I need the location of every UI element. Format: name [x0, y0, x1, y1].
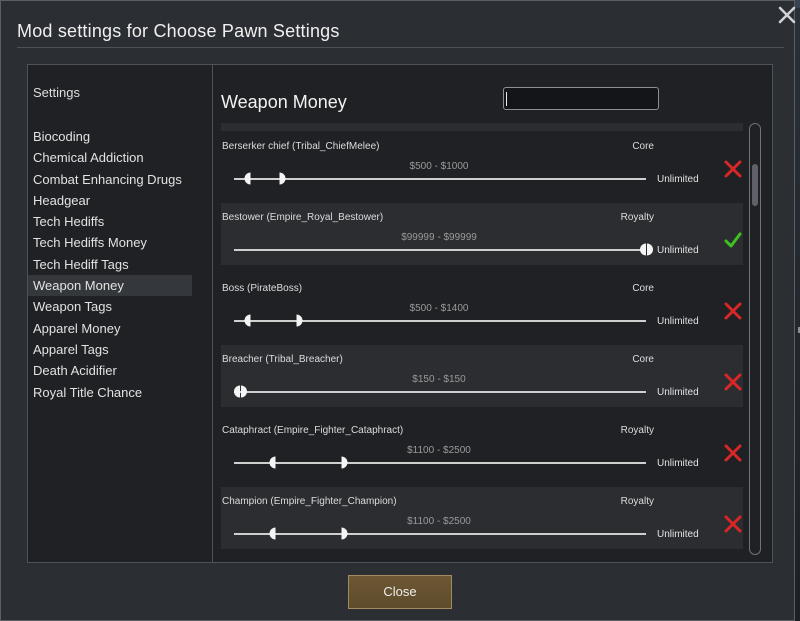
slider-min-handle[interactable]	[269, 527, 282, 540]
unlimited-toggle[interactable]: Unlimited	[657, 174, 699, 185]
range-slider[interactable]	[234, 385, 646, 399]
slider-max-handle[interactable]	[273, 172, 286, 185]
cross-icon[interactable]	[724, 160, 742, 178]
slider-track	[234, 178, 646, 180]
row-name: Champion (Empire_Fighter_Champion)	[222, 496, 397, 507]
row-name: Breacher (Tribal_Breacher)	[222, 354, 343, 365]
sidebar-item-apparel-money[interactable]: Apparel Money	[28, 318, 192, 339]
unlimited-toggle[interactable]: Unlimited	[657, 316, 699, 327]
text-caret	[506, 92, 507, 106]
sidebar-item-death-acidifier[interactable]: Death Acidifier	[28, 360, 192, 381]
search-input[interactable]	[503, 87, 659, 110]
sidebar-item-weapon-money[interactable]: Weapon Money	[28, 275, 192, 297]
row-range: $500 - $1400	[409, 303, 469, 314]
sidebar-item-headgear[interactable]: Headgear	[28, 190, 192, 211]
cross-icon[interactable]	[724, 515, 742, 533]
slider-min-handle[interactable]	[244, 172, 257, 185]
slider-max-handle[interactable]	[290, 314, 303, 327]
unlimited-toggle[interactable]: Unlimited	[657, 458, 699, 469]
cross-icon[interactable]	[724, 302, 742, 320]
row-range: $1100 - $2500	[407, 516, 471, 527]
settings-sidebar: Settings Biocoding Chemical Addiction Comb…	[27, 64, 213, 563]
unlimited-toggle[interactable]: Unlimited	[657, 245, 699, 256]
slider-track	[234, 462, 646, 464]
sidebar-item-tech-hediffs[interactable]: Tech Hediffs	[28, 211, 192, 232]
list-item: Breacher (Tribal_Breacher) Core $150 - $15…	[221, 345, 743, 407]
range-slider[interactable]	[234, 172, 646, 186]
row-source: Royalty	[620, 496, 654, 507]
checkmark-icon[interactable]	[724, 231, 742, 249]
sidebar-item-tech-hediffs-money[interactable]: Tech Hediffs Money	[28, 232, 192, 253]
sidebar-item-weapon-tags[interactable]: Weapon Tags	[28, 296, 192, 317]
row-source: Royalty	[620, 425, 654, 436]
sidebar-header: Settings	[33, 85, 80, 100]
slider-handle[interactable]	[234, 385, 248, 398]
list-item: Champion (Empire_Fighter_Champion) Royalt…	[221, 487, 743, 549]
row-source: Royalty	[620, 212, 654, 223]
row-range: $150 - $150	[412, 374, 466, 385]
row-range: $1100 - $2500	[407, 445, 471, 456]
row-name: Cataphract (Empire_Fighter_Cataphract)	[222, 425, 404, 436]
row-source: Core	[632, 354, 654, 365]
cross-icon[interactable]	[724, 444, 742, 462]
sidebar-item-royal-title-chance[interactable]: Royal Title Chance	[28, 382, 192, 403]
slider-min-handle[interactable]	[244, 314, 257, 327]
section-title: Weapon Money	[221, 92, 347, 112]
unlimited-toggle[interactable]: Unlimited	[657, 387, 699, 398]
row-source: Core	[632, 141, 654, 152]
slider-track	[234, 391, 646, 393]
sidebar-item-chemical-addiction[interactable]: Chemical Addiction	[28, 147, 192, 168]
scrollbar-thumb[interactable]	[752, 164, 758, 206]
sidebar-item-apparel-tags[interactable]: Apparel Tags	[28, 339, 192, 360]
vertical-scrollbar[interactable]	[749, 123, 761, 555]
range-slider[interactable]	[234, 243, 653, 257]
title-divider	[17, 47, 784, 48]
list-item: Boss (PirateBoss) Core $500 - $1400 Unlimit…	[221, 274, 743, 336]
sidebar-list: Biocoding Chemical Addiction Combat Enhanc…	[28, 126, 192, 403]
list-item: Cataphract (Empire_Fighter_Cataphract) Ro…	[221, 416, 743, 478]
settings-panel: Weapon Money Berserker chief (Tribal_Chi…	[213, 64, 773, 563]
slider-max-handle[interactable]	[335, 456, 348, 469]
row-range: $500 - $1000	[409, 161, 469, 172]
sidebar-item-combat-enhancing-drugs[interactable]: Combat Enhancing Drugs	[28, 169, 192, 190]
slider-track	[234, 533, 646, 535]
slider-max-handle[interactable]	[335, 527, 348, 540]
list-item: Berserker chief (Tribal_ChiefMelee) Core $…	[221, 132, 743, 194]
range-slider[interactable]	[234, 314, 646, 328]
row-name: Berserker chief (Tribal_ChiefMelee)	[222, 141, 380, 152]
range-slider[interactable]	[234, 527, 646, 541]
cross-icon[interactable]	[724, 373, 742, 391]
close-button[interactable]: Close	[348, 575, 452, 609]
row-name: Boss (PirateBoss)	[222, 283, 303, 294]
weapon-money-list: Berserker chief (Tribal_ChiefMelee) Core $…	[221, 123, 745, 559]
range-slider[interactable]	[234, 456, 646, 470]
unlimited-toggle[interactable]: Unlimited	[657, 529, 699, 540]
dialog-title: Mod settings for Choose Pawn Settings	[17, 21, 340, 41]
slider-min-handle[interactable]	[269, 456, 282, 469]
row-name: Bestower (Empire_Royal_Bestower)	[222, 212, 384, 223]
slider-track	[234, 249, 646, 251]
row-source: Core	[632, 283, 654, 294]
sidebar-item-tech-hediff-tags[interactable]: Tech Hediff Tags	[28, 254, 192, 275]
mod-settings-dialog: Mod settings for Choose Pawn Settings Se…	[0, 0, 800, 621]
row-range: $99999 - $99999	[401, 232, 477, 243]
list-top-row-edge	[221, 123, 743, 131]
list-item: Bestower (Empire_Royal_Bestower) Royalty $…	[221, 203, 743, 265]
sidebar-item-biocoding[interactable]: Biocoding	[28, 126, 192, 147]
close-icon[interactable]	[775, 3, 799, 27]
slider-handle[interactable]	[640, 243, 653, 256]
